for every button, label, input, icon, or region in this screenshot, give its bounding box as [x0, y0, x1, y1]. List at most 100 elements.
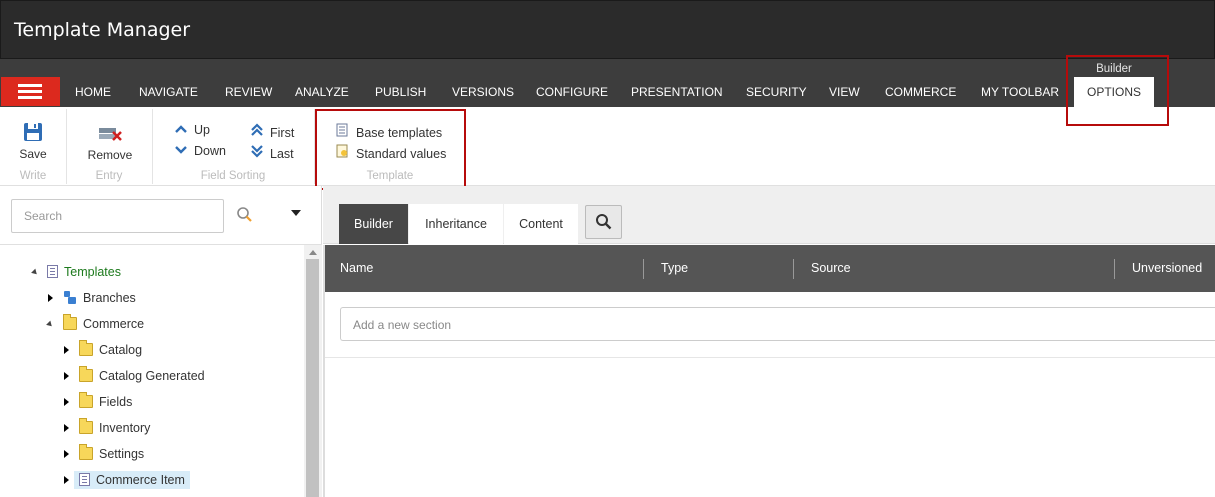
tab-publish[interactable]: PUBLISH — [375, 77, 426, 107]
base-templates-label: Base templates — [356, 126, 443, 140]
field-grid-header: Name Type Source Unversioned — [325, 245, 1215, 292]
column-name: Name — [340, 261, 374, 275]
add-section-input[interactable]: Add a new section — [340, 307, 1215, 341]
tree-toggle-commerce-item[interactable] — [62, 469, 72, 491]
move-up-button[interactable]: Up — [174, 123, 210, 137]
remove-button[interactable]: Remove — [82, 125, 138, 162]
standard-values-button[interactable]: Standard values — [335, 144, 446, 161]
tab-inheritance[interactable]: Inheritance — [409, 204, 503, 244]
tab-review[interactable]: REVIEW — [225, 77, 272, 107]
field-search-button[interactable] — [585, 205, 622, 239]
tree-node-fields[interactable]: Fields — [79, 391, 132, 413]
folder-icon — [79, 340, 93, 356]
divider — [325, 357, 1215, 358]
tree-toggle-branches[interactable] — [46, 287, 56, 309]
divider — [0, 244, 322, 245]
grid-border — [323, 245, 325, 497]
folder-icon — [63, 314, 77, 330]
tree-node-catalog[interactable]: Catalog — [79, 339, 142, 361]
contextual-group-label: Builder — [1096, 63, 1132, 75]
builder-pane: Builder Inheritance Content Name Type So… — [323, 186, 1215, 497]
move-last-button[interactable]: Last — [250, 144, 294, 161]
tab-versions[interactable]: VERSIONS — [452, 77, 514, 107]
tree-toggle-settings[interactable] — [62, 443, 72, 465]
search-icon[interactable] — [236, 206, 254, 224]
tree-toggle-fields[interactable] — [62, 391, 72, 413]
ribbon-divider — [314, 109, 315, 184]
move-up-label: Up — [194, 123, 210, 137]
branch-icon — [63, 291, 77, 304]
tree-node-commerce[interactable]: Commerce — [63, 313, 144, 335]
tree-toggle-catalog[interactable] — [62, 339, 72, 361]
column-divider — [1114, 259, 1115, 279]
tree-node-inventory[interactable]: Inventory — [79, 417, 150, 439]
tab-presentation[interactable]: PRESENTATION — [631, 77, 723, 107]
standard-values-label: Standard values — [356, 147, 447, 161]
save-icon — [24, 123, 42, 141]
column-unversioned: Unversioned — [1132, 261, 1203, 275]
tab-my-toolbar[interactable]: MY TOOLBAR — [981, 77, 1059, 107]
save-label: Save — [19, 147, 47, 161]
group-field-sorting-label: Field Sorting — [200, 170, 266, 182]
search-input[interactable]: Search — [11, 199, 224, 233]
search-options-dropdown-icon[interactable] — [291, 210, 301, 216]
tab-commerce[interactable]: COMMERCE — [885, 77, 956, 107]
tree-node-settings[interactable]: Settings — [79, 443, 144, 465]
folder-icon — [79, 392, 93, 408]
tab-content[interactable]: Content — [504, 204, 578, 244]
double-chevron-down-icon — [251, 145, 263, 158]
column-type: Type — [661, 261, 689, 275]
move-last-label: Last — [270, 147, 294, 161]
column-divider — [793, 259, 794, 279]
column-divider — [643, 259, 644, 279]
window-title: Template Manager — [14, 19, 191, 41]
move-down-button[interactable]: Down — [174, 144, 226, 158]
save-button[interactable]: Save — [12, 122, 54, 161]
tree-node-catalog-generated[interactable]: Catalog Generated — [79, 365, 205, 387]
template-icon — [47, 265, 58, 278]
base-templates-button[interactable]: Base templates — [335, 123, 442, 140]
chevron-down-icon — [175, 146, 187, 154]
tree-toggle-catalog-generated[interactable] — [62, 365, 72, 387]
double-chevron-up-icon — [251, 123, 263, 136]
tree-scrollbar-thumb[interactable] — [306, 259, 319, 497]
tab-home[interactable]: HOME — [75, 77, 111, 107]
group-entry-label: Entry — [95, 170, 123, 182]
tree-node-commerce-item[interactable]: Commerce Item — [74, 469, 190, 491]
document-icon — [336, 123, 348, 137]
tree-node-templates[interactable]: Templates — [47, 261, 121, 283]
tab-options[interactable]: OPTIONS — [1074, 77, 1154, 107]
move-first-button[interactable]: First — [250, 123, 294, 140]
column-source: Source — [811, 261, 851, 275]
remove-icon — [99, 128, 122, 141]
tab-view[interactable]: VIEW — [829, 77, 860, 107]
title-bar: Template Manager — [0, 0, 1215, 59]
group-write-label: Write — [19, 170, 47, 182]
chevron-up-icon — [175, 125, 187, 133]
hamburger-menu-icon[interactable] — [1, 77, 60, 106]
tab-security[interactable]: SECURITY — [746, 77, 807, 107]
search-icon — [596, 214, 612, 230]
group-template-label: Template — [366, 170, 414, 182]
move-down-label: Down — [194, 144, 226, 158]
folder-icon — [79, 366, 93, 382]
tree-toggle-templates[interactable] — [31, 261, 41, 283]
tab-builder[interactable]: Builder — [339, 204, 408, 244]
folder-icon — [79, 418, 93, 434]
ribbon: Save Write Remove Entry Up Down First La… — [0, 107, 1215, 186]
template-icon — [79, 473, 90, 486]
scroll-up-arrow-icon[interactable] — [309, 250, 317, 255]
tree-node-branches[interactable]: Branches — [63, 287, 136, 309]
tree-toggle-commerce[interactable] — [46, 313, 56, 335]
editor-tabs: Builder Inheritance Content — [323, 186, 1215, 244]
tab-navigate[interactable]: NAVIGATE — [139, 77, 198, 107]
tab-analyze[interactable]: ANALYZE — [295, 77, 349, 107]
tab-configure[interactable]: CONFIGURE — [536, 77, 608, 107]
folder-icon — [79, 444, 93, 460]
tree-toggle-inventory[interactable] — [62, 417, 72, 439]
standard-values-icon — [336, 144, 348, 158]
main-nav: HOME NAVIGATE REVIEW ANALYZE PUBLISH VER… — [0, 59, 1215, 107]
content-tree-pane: Search Templates Branches Commerce Catal… — [0, 186, 322, 497]
move-first-label: First — [270, 126, 295, 140]
remove-label: Remove — [87, 148, 133, 162]
